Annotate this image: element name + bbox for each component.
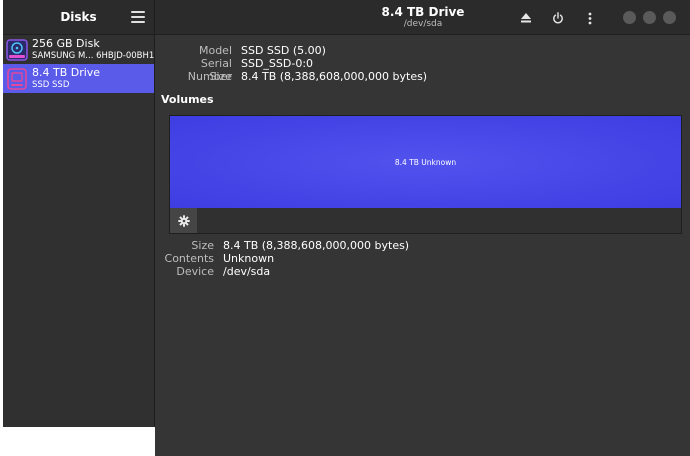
- hamburger-menu-icon[interactable]: [130, 9, 146, 25]
- partition-contents-row: Contents Unknown: [155, 252, 275, 265]
- partition-size-value: 8.4 TB (8,388,608,000,000 bytes): [223, 239, 410, 252]
- partition-device-value: /dev/sda: [223, 265, 271, 278]
- hard-disk-icon: [6, 38, 28, 61]
- partition-contents-value: Unknown: [223, 252, 275, 265]
- size-value: 8.4 TB (8,388,608,000,000 bytes): [241, 70, 428, 83]
- volumes-heading: Volumes: [161, 93, 214, 106]
- kebab-menu-icon[interactable]: [581, 9, 599, 27]
- close-button[interactable]: [663, 11, 676, 24]
- main-panel: 8.4 TB Drive /dev/sda Model SSD SSD (5.0…: [155, 0, 690, 456]
- disk-subtitle: SAMSUNG M... 6HBJD-00BH1: [32, 50, 154, 61]
- model-value: SSD SSD (5.00): [241, 44, 326, 57]
- partition-size-row: Size 8.4 TB (8,388,608,000,000 bytes): [155, 239, 409, 252]
- drive-icon: [7, 67, 27, 90]
- sidebar-header: Disks: [3, 0, 154, 35]
- model-label: Model: [198, 44, 232, 57]
- volumes-graphic: 8.4 TB Unknown: [169, 115, 682, 234]
- eject-icon[interactable]: [517, 9, 535, 27]
- drive-title: 8.4 TB Drive: [381, 5, 465, 19]
- partition-device-row: Device /dev/sda: [155, 265, 270, 278]
- disk-subtitle: SSD SSD: [32, 79, 70, 90]
- disk-name: 256 GB Disk: [32, 37, 100, 50]
- drive-path: /dev/sda: [403, 19, 443, 29]
- gear-icon[interactable]: [170, 208, 197, 233]
- volume-label: 8.4 TB Unknown: [394, 157, 457, 167]
- model-row: Model SSD SSD (5.00): [155, 44, 326, 57]
- disk-item-8tb[interactable]: 8.4 TB Drive SSD SSD: [3, 64, 154, 93]
- partition-size-label: Size: [191, 239, 214, 252]
- disk-item-256gb[interactable]: 256 GB Disk SAMSUNG M... 6HBJD-00BH1: [3, 35, 154, 64]
- header-bar: 8.4 TB Drive /dev/sda: [155, 0, 690, 35]
- minimize-button[interactable]: [623, 11, 636, 24]
- partition-contents-label: Contents: [164, 252, 214, 265]
- size-label: Size: [209, 70, 232, 83]
- sidebar: Disks 256 GB Disk SAMSUNG M... 6HBJD-00B…: [3, 0, 155, 427]
- size-row: Size 8.4 TB (8,388,608,000,000 bytes): [155, 70, 427, 83]
- maximize-button[interactable]: [643, 11, 656, 24]
- disk-name: 8.4 TB Drive: [32, 66, 101, 79]
- volume-partition[interactable]: 8.4 TB Unknown: [170, 116, 681, 208]
- power-icon[interactable]: [549, 9, 567, 27]
- partition-device-label: Device: [176, 265, 214, 278]
